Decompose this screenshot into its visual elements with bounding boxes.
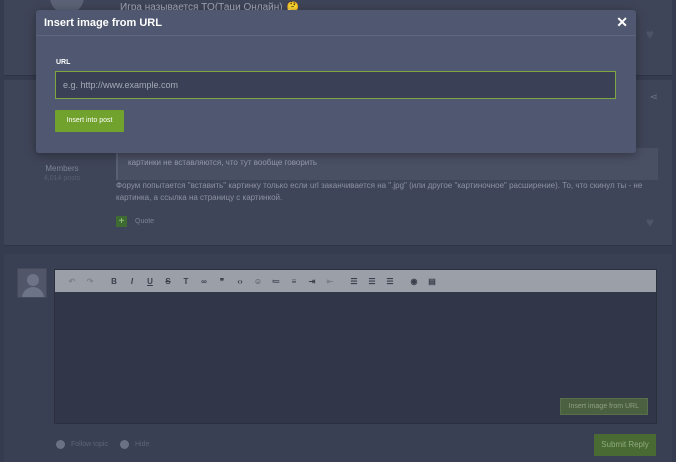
- url-input[interactable]: [55, 71, 616, 99]
- dialog-title: Insert image from URL: [44, 17, 162, 29]
- close-icon[interactable]: ✕: [616, 14, 628, 30]
- dialog-header: Insert image from URL ✕: [36, 10, 636, 36]
- url-label: URL: [56, 59, 71, 66]
- insert-image-dialog: Insert image from URL ✕ URL Insert into …: [36, 10, 636, 153]
- insert-into-post-button[interactable]: Insert into post: [55, 110, 124, 132]
